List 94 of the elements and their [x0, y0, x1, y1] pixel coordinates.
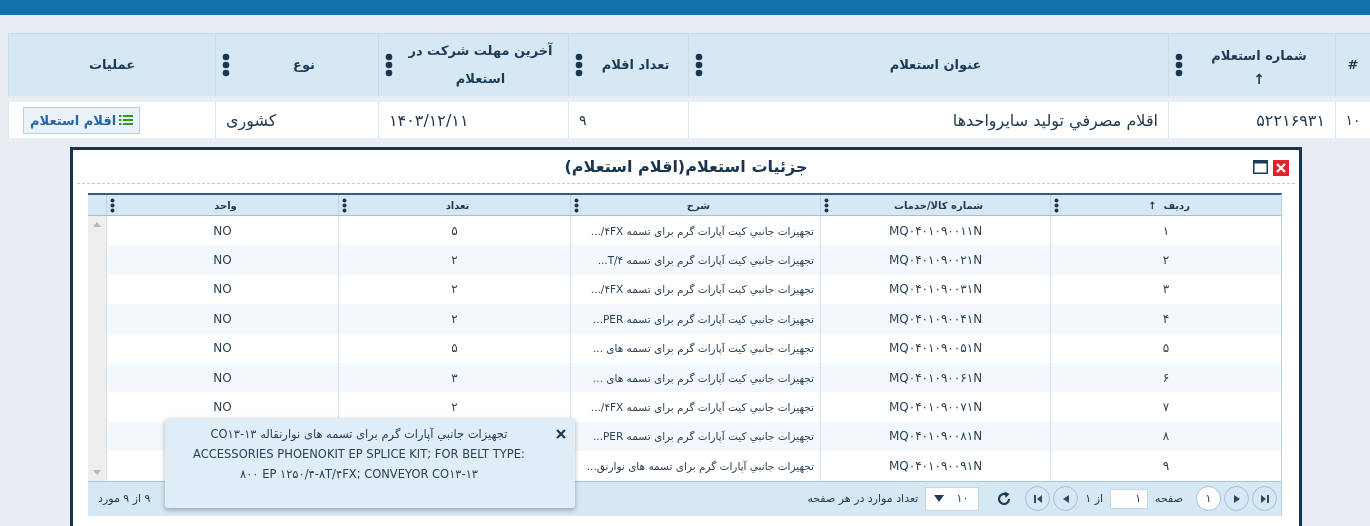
tooltip-text: تجهيزات جانبي آپارات گرم براى تسمه های نوارنقاله ۱۳-CO۱۳ ACCESSORIES PHOENOKIT EP SPLICE KIT; FOR BELT TYPE: ۸۰۰ EP ۱۲۵۰/۴-۸T/۴FX; CONVEYOR CO۱۳-۱۳: [192, 426, 526, 483]
table-cell: ۲: [1162, 253, 1170, 268]
column-header[interactable]: #: [1347, 51, 1359, 79]
column-header[interactable]: عملیات: [88, 51, 136, 79]
column-menu-icon[interactable]: [1054, 197, 1059, 213]
last-page-icon: [1259, 493, 1270, 504]
table-cell: MQ۰۴۰۱۰۹۰۰۵۱N: [888, 341, 983, 356]
sort-indicator: ↑: [1253, 70, 1265, 88]
table-cell: MQ۰۴۰۱۰۹۰۰۹۱N: [888, 458, 983, 473]
table-cell: تجهيزات جانبي كيت آپارات گرم براى تسمه T/۴...: [597, 254, 814, 267]
table-cell: ۳: [451, 370, 458, 385]
table-cell: اقلام مصرفي توليد سايرواحدها: [952, 110, 1158, 130]
last-page-button[interactable]: [1252, 486, 1277, 511]
record-summary: ۹ از ۹ مورد: [98, 492, 151, 505]
next-icon: [1232, 493, 1241, 504]
page-size-label: تعداد موارد در هر صفحه: [807, 492, 919, 505]
table-cell: ۲: [451, 282, 458, 297]
column-header[interactable]: واحد: [115, 199, 336, 211]
column-header[interactable]: نوع: [293, 51, 315, 79]
table-cell: تجهيزات جانبي كيت آپارات گرم براى تسمه ۴FX/...: [590, 401, 814, 414]
table-cell: ۲: [451, 311, 458, 326]
table-cell: NO: [213, 370, 232, 385]
table-cell: تجهيزات جانبي كيت آپارات گرم براى تسمه PER...: [593, 430, 814, 443]
first-page-icon: [1032, 493, 1043, 504]
table-cell: MQ۰۴۰۱۰۹۰۰۴۱N: [888, 311, 983, 326]
table-cell: ۲: [451, 400, 458, 415]
column-header[interactable]: شرح: [579, 199, 818, 211]
column-header[interactable]: شماره کالا/خدمات: [829, 199, 1048, 211]
page-size-select[interactable]: ۱۰: [925, 486, 980, 511]
table-cell: NO: [213, 282, 232, 297]
page-input[interactable]: ۱: [1110, 488, 1149, 509]
dropdown-arrow-icon: [934, 495, 945, 502]
table-cell: تجهيزات جانبي كيت آپارات گرم براى تسمه PER...: [593, 312, 814, 325]
table-cell: تجهيزات جانبي كيت آپارات گرم براى تسمه های ...: [592, 342, 814, 355]
column-menu-icon[interactable]: [385, 53, 393, 77]
table-cell: تجهيزات جانبي كيت آپارات گرم براى تسمه ۴FX/...: [590, 283, 814, 296]
table-cell: ۱۰: [1345, 112, 1361, 128]
page-number-button[interactable]: ۱: [1196, 486, 1221, 511]
items-button[interactable]: اقلام استعلام: [23, 106, 141, 134]
table-cell: تجهيزات جانبي آپارات گرم براى تسمه های نوارنق...: [586, 459, 814, 472]
table-cell: ۴: [1162, 311, 1170, 326]
table-cell: ۵: [1162, 341, 1170, 356]
column-menu-icon[interactable]: [342, 197, 347, 213]
table-cell: MQ۰۴۰۱۰۹۰۰۶۱N: [888, 370, 983, 385]
column-header[interactable]: ردیف ↑: [1059, 199, 1279, 211]
first-page-button[interactable]: [1025, 486, 1051, 511]
table-cell: NO: [213, 223, 232, 238]
table-cell: MQ۰۴۰۱۰۹۰۰۳۱N: [888, 282, 983, 297]
table-cell: ۹: [579, 112, 587, 128]
dialog-title: جزئیات استعلام(اقلام استعلام): [564, 157, 808, 176]
table-cell: MQ۰۴۰۱۰۹۰۰۱۱N: [888, 223, 983, 238]
table-cell: ۳: [1162, 282, 1170, 297]
table-cell: تجهيزات جانبي كيت آپارات گرم براى تسمه های ...: [592, 371, 814, 384]
table-cell: NO: [213, 311, 232, 326]
table-cell: ۱: [1162, 223, 1170, 238]
previous-page-button[interactable]: [1053, 486, 1079, 511]
table-cell: MQ۰۴۰۱۰۹۰۰۷۱N: [888, 400, 983, 415]
table-cell: ۸: [1162, 429, 1170, 444]
column-menu-icon[interactable]: [695, 53, 703, 77]
close-icon[interactable]: [556, 429, 566, 439]
table-cell: NO: [213, 253, 232, 268]
page-total: از ۱: [1085, 492, 1104, 505]
column-menu-icon[interactable]: [575, 53, 583, 77]
column-header[interactable]: شماره استعلام: [1211, 42, 1307, 70]
table-cell: تجهيزات جانبي كيت آپارات گرم براى تسمه ۴FX/...: [590, 224, 814, 237]
table-cell: MQ۰۴۰۱۰۹۰۰۲۱N: [888, 253, 983, 268]
table-cell: NO: [213, 400, 232, 415]
page-label: صفحه: [1155, 492, 1183, 505]
column-menu-icon[interactable]: [1175, 53, 1183, 77]
previous-icon: [1061, 493, 1070, 504]
table-cell: ۹: [1162, 458, 1170, 473]
close-icon[interactable]: [1273, 160, 1289, 176]
table-cell: ۱۴۰۳/۱۲/۱۱: [389, 110, 469, 130]
maximize-icon[interactable]: [1253, 160, 1268, 174]
column-menu-icon[interactable]: [222, 53, 230, 77]
table-cell: MQ۰۴۰۱۰۹۰۰۸۱N: [888, 429, 983, 444]
next-page-button[interactable]: [1224, 486, 1249, 511]
table-cell: ۵: [451, 223, 458, 238]
table-cell: ۵: [451, 341, 458, 356]
table-cell: ۷: [1162, 400, 1170, 415]
table-cell: ۵۲۲۱۶۹۳۱: [1256, 110, 1325, 130]
column-menu-icon[interactable]: [574, 197, 579, 213]
column-header[interactable]: تعداد: [347, 199, 568, 211]
table-cell: ۶: [1162, 370, 1170, 385]
refresh-icon[interactable]: [996, 490, 1013, 507]
table-cell: ۲: [451, 253, 458, 268]
column-header[interactable]: عنوان استعلام: [889, 51, 982, 79]
column-header[interactable]: تعداد اقلام: [601, 51, 670, 79]
column-header[interactable]: آخرین مهلت شرکت در استعلام: [399, 37, 562, 93]
column-menu-icon[interactable]: [110, 197, 115, 213]
column-menu-icon[interactable]: [824, 197, 829, 213]
list-icon: [119, 114, 134, 126]
table-cell: کشوری: [226, 110, 277, 130]
table-cell: NO: [213, 341, 232, 356]
